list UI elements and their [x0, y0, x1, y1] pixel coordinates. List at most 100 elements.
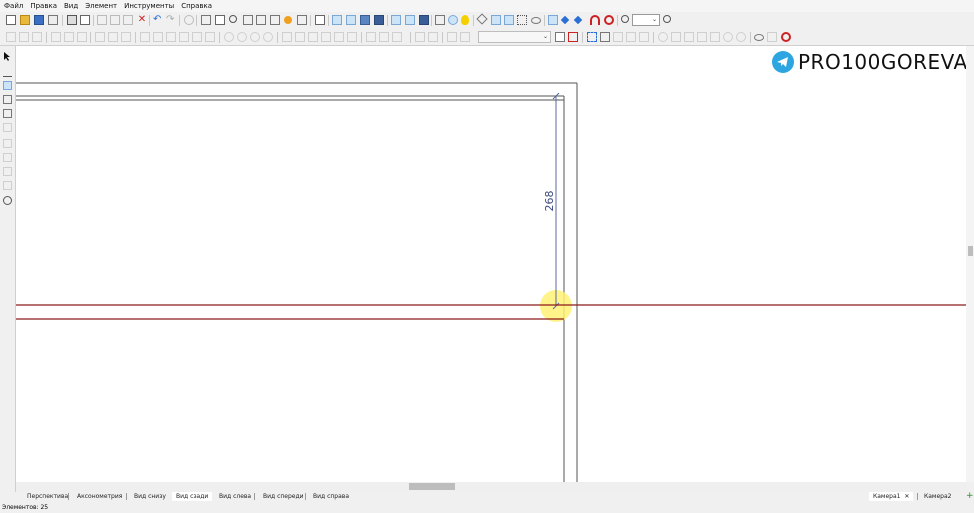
frame-view-icon[interactable]: [391, 15, 401, 25]
dimension-tool-icon[interactable]: [3, 68, 12, 77]
scale-icon[interactable]: [684, 32, 694, 42]
array-icon[interactable]: [626, 32, 636, 42]
target-icon[interactable]: [604, 15, 614, 25]
distribute-depth-icon[interactable]: [121, 32, 131, 42]
element-type-select[interactable]: ⌄: [478, 31, 551, 43]
size-depth-icon[interactable]: [308, 32, 318, 42]
split-vertical-icon[interactable]: [447, 32, 457, 42]
center-z-icon[interactable]: [250, 32, 260, 42]
center-all-icon[interactable]: [263, 32, 273, 42]
snap-icon[interactable]: [448, 15, 458, 25]
align-top-icon[interactable]: [51, 32, 61, 42]
attach-back-icon[interactable]: [205, 32, 215, 42]
snap-points-icon[interactable]: [548, 15, 558, 25]
group-icon[interactable]: [415, 32, 425, 42]
columns-icon[interactable]: [435, 15, 445, 25]
copy-icon[interactable]: [110, 15, 120, 25]
solid-view-icon[interactable]: [360, 15, 370, 25]
distribute-vertical-icon[interactable]: [108, 32, 118, 42]
open-project-icon[interactable]: [48, 15, 58, 25]
contour-tool-icon[interactable]: [568, 32, 578, 42]
zoom-out-icon[interactable]: [621, 15, 629, 23]
rotate-icon[interactable]: [658, 32, 668, 42]
search-icon[interactable]: [229, 15, 237, 23]
pipette-icon[interactable]: [3, 109, 12, 118]
redo-icon[interactable]: ↷: [166, 15, 176, 25]
dimension-chain-icon[interactable]: [504, 15, 514, 25]
select-region-icon[interactable]: [587, 32, 597, 42]
tab-axonometry[interactable]: Аксонометрия: [73, 492, 126, 501]
delete-icon[interactable]: ✕: [137, 15, 147, 25]
snap-vertex-icon[interactable]: [560, 15, 570, 25]
cut-icon[interactable]: [97, 15, 107, 25]
vertical-scroll-thumb[interactable]: [968, 246, 973, 256]
size-height-icon[interactable]: [295, 32, 305, 42]
stop-icon[interactable]: [781, 32, 791, 42]
tab-bottom-view[interactable]: Вид снизу: [130, 492, 170, 501]
menu-tools[interactable]: Инструменты: [120, 2, 177, 10]
print-icon[interactable]: [67, 15, 77, 25]
magnet-icon[interactable]: [590, 15, 600, 25]
menu-file[interactable]: Файл: [0, 2, 26, 10]
handle-tool-icon[interactable]: [3, 181, 12, 190]
lock-icon[interactable]: [767, 32, 777, 42]
textured-view-icon[interactable]: [374, 15, 384, 25]
attach-right-icon[interactable]: [153, 32, 163, 42]
center-x-icon[interactable]: [224, 32, 234, 42]
size-fit-icon[interactable]: [347, 32, 357, 42]
add-camera-icon[interactable]: +: [962, 492, 974, 501]
vertical-scrollbar[interactable]: [966, 46, 974, 482]
move-up-icon[interactable]: [392, 32, 402, 42]
snap-object-icon[interactable]: [639, 32, 649, 42]
shrink-icon[interactable]: [710, 32, 720, 42]
mirror-icon[interactable]: [613, 32, 623, 42]
align-middle-icon[interactable]: [64, 32, 74, 42]
eye-icon[interactable]: [531, 17, 541, 24]
center-y-icon[interactable]: [237, 32, 247, 42]
tab-camera2[interactable]: Камера2: [920, 492, 955, 501]
shaded-view-icon[interactable]: [419, 15, 429, 25]
horizontal-scrollbar[interactable]: [16, 482, 966, 491]
align-bottom-icon[interactable]: [77, 32, 87, 42]
grid-icon[interactable]: [517, 15, 527, 25]
print-preview-icon[interactable]: [80, 15, 90, 25]
paste-icon[interactable]: [123, 15, 133, 25]
drawing-canvas[interactable]: 268: [16, 46, 966, 482]
eraser-icon[interactable]: [3, 123, 12, 132]
oval-icon[interactable]: [736, 32, 746, 42]
menu-edit[interactable]: Правка: [26, 2, 60, 10]
document-icon[interactable]: [215, 15, 225, 25]
size-match-icon[interactable]: [334, 32, 344, 42]
door-tool-icon[interactable]: [3, 153, 12, 162]
menu-element[interactable]: Элемент: [81, 2, 120, 10]
dimension-value[interactable]: 268: [543, 191, 556, 212]
save-icon[interactable]: [34, 15, 44, 25]
back-view-drawing[interactable]: 268: [16, 46, 966, 482]
zoom-region-icon[interactable]: [3, 196, 12, 205]
undo-icon[interactable]: ↶: [153, 15, 163, 25]
ungroup-icon[interactable]: [428, 32, 438, 42]
select-arrow-icon[interactable]: [3, 52, 12, 61]
tab-right-view[interactable]: Вид справа: [309, 492, 353, 501]
move-right-icon[interactable]: [379, 32, 389, 42]
tab-camera1[interactable]: Камера1 ✕: [869, 492, 914, 501]
library-icon[interactable]: [270, 15, 280, 25]
tab-left-view[interactable]: Вид слева: [215, 492, 255, 501]
menu-help[interactable]: Справка: [177, 2, 215, 10]
light-bulb-icon[interactable]: [461, 15, 469, 25]
box-view-icon[interactable]: [346, 15, 356, 25]
vertical-dimension-icon[interactable]: [3, 81, 12, 90]
size-width-icon[interactable]: [282, 32, 292, 42]
align-right-icon[interactable]: [32, 32, 42, 42]
round-icon[interactable]: [723, 32, 733, 42]
attach-top-icon[interactable]: [166, 32, 176, 42]
split-horizontal-icon[interactable]: [460, 32, 470, 42]
angle-dimension-icon[interactable]: [3, 95, 12, 104]
attach-front-icon[interactable]: [192, 32, 202, 42]
size-all-icon[interactable]: [321, 32, 331, 42]
attach-left-icon[interactable]: [140, 32, 150, 42]
zoom-in-icon[interactable]: [663, 15, 671, 23]
dimension-icon[interactable]: [491, 15, 501, 25]
close-icon[interactable]: ✕: [904, 493, 909, 500]
visibility-icon[interactable]: [754, 34, 764, 41]
